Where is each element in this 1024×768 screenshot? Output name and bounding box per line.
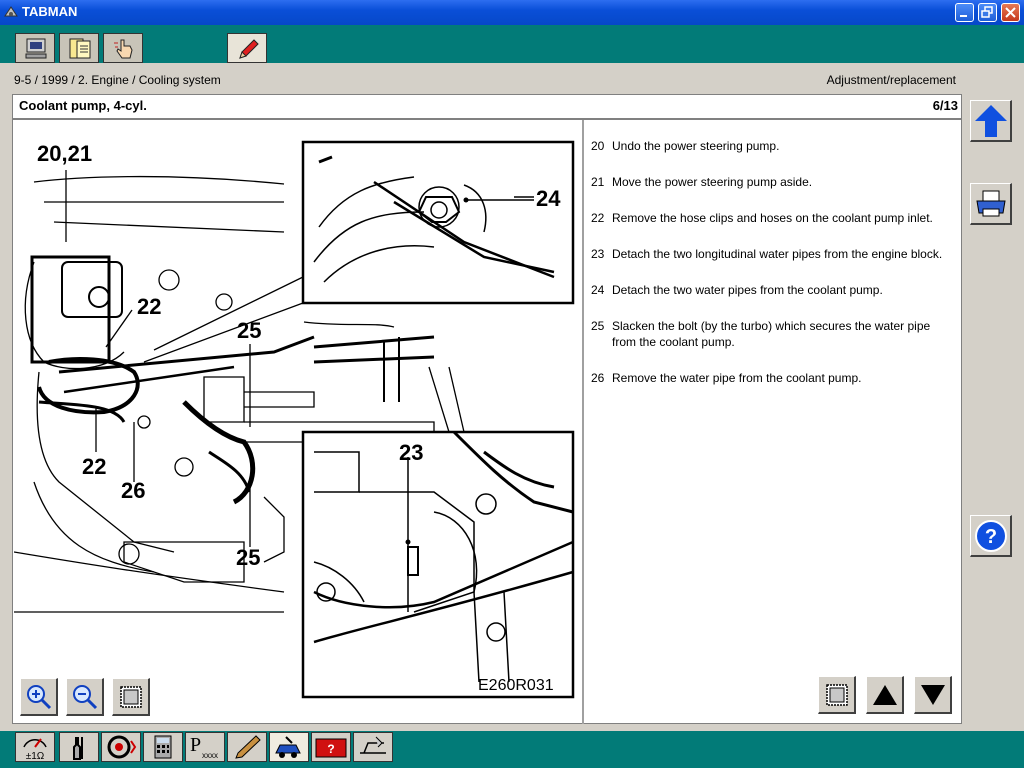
step-text: Detach the two longitudinal water pipes … — [612, 247, 943, 261]
svg-text:?: ? — [327, 742, 334, 756]
svg-text:?: ? — [985, 526, 997, 548]
tool-multimeter[interactable]: ±1Ω — [15, 732, 55, 762]
document-title: Coolant pump, 4-cyl. — [19, 98, 147, 113]
step-text: Slacken the bolt (by the turbo) which se… — [612, 319, 931, 349]
tab-computer[interactable] — [15, 33, 55, 63]
frame-icon — [826, 684, 848, 706]
svg-text:xxxx: xxxx — [202, 751, 218, 760]
tabman-app-icon — [4, 6, 18, 17]
callout-label: 22 — [82, 454, 107, 479]
alert-card-icon: ? — [315, 738, 347, 758]
tool-pencil[interactable] — [227, 732, 267, 762]
minimize-button[interactable] — [955, 3, 974, 22]
tab-edit[interactable] — [227, 33, 267, 63]
tire-icon — [107, 735, 137, 759]
computer-icon — [25, 38, 47, 59]
printer-icon — [976, 190, 1006, 217]
step-number: 26 — [591, 371, 605, 385]
zoom-in-icon — [27, 685, 52, 710]
car-service-icon — [275, 736, 301, 758]
illustration-reference: E260R031 — [478, 677, 554, 694]
callout-label: 23 — [399, 440, 424, 465]
step-number: 22 — [591, 211, 605, 225]
step-number: 20 — [591, 139, 605, 153]
fit-view-button[interactable] — [112, 678, 150, 716]
callout-label: 25 — [237, 318, 262, 343]
step-text: Detach the two water pipes from the cool… — [612, 283, 883, 297]
go-up-button[interactable] — [970, 100, 1012, 142]
column-divider — [582, 120, 584, 724]
tool-car-service[interactable] — [269, 732, 309, 762]
calculator-icon — [154, 735, 172, 759]
step-text: Remove the hose clips and hoses on the c… — [612, 211, 933, 225]
zoom-in-button[interactable] — [20, 678, 58, 716]
list-item: 23 Detach the two longitudinal water pipe… — [591, 246, 951, 262]
instruction-list: 20 Undo the power steering pump. 21 Move t… — [591, 138, 951, 406]
pencil-icon — [235, 735, 261, 759]
tool-alert-card[interactable]: ? — [311, 732, 351, 762]
list-item: 22 Remove the hose clips and hoses on the… — [591, 210, 951, 226]
tab-select[interactable] — [103, 33, 143, 63]
callout-label: 25 — [236, 545, 261, 570]
engine-illustration — [14, 140, 575, 699]
multimeter-icon: ±1Ω — [23, 738, 47, 761]
list-item: 25 Slacken the bolt (by the turbo) which … — [591, 318, 951, 350]
help-button[interactable]: ? — [970, 515, 1012, 557]
list-item: 26 Remove the water pipe from the coolant… — [591, 370, 951, 386]
callout-label: 20,21 — [37, 141, 93, 166]
tool-calculator[interactable] — [143, 732, 183, 762]
breadcrumb: 9-5 / 1999 / 2. Engine / Cooling system — [14, 73, 221, 87]
step-number: 25 — [591, 319, 605, 333]
callout-label: 22 — [137, 294, 162, 319]
frame-icon — [120, 686, 142, 708]
list-item: 24 Detach the two water pipes from the co… — [591, 282, 951, 298]
zoom-out-button[interactable] — [66, 678, 104, 716]
hand-pointer-icon — [114, 39, 133, 59]
breadcrumb-mode: Adjustment/replacement — [826, 73, 956, 87]
text-frame-button[interactable] — [818, 676, 856, 714]
triangle-down-icon — [921, 685, 945, 705]
title-bar: TABMAN — [0, 0, 1024, 25]
step-text: Remove the water pipe from the coolant p… — [612, 371, 862, 385]
window-title: TABMAN — [22, 4, 78, 19]
triangle-up-icon — [873, 685, 897, 705]
help-icon: ? — [975, 520, 1007, 552]
tool-tire[interactable] — [101, 732, 141, 762]
step-text: Undo the power steering pump. — [612, 139, 780, 153]
svg-text:P: P — [190, 734, 201, 756]
list-item: 21 Move the power steering pump aside. — [591, 174, 951, 190]
scroll-down-button[interactable] — [914, 676, 952, 714]
repair-card-icon — [360, 736, 386, 754]
print-button[interactable] — [970, 183, 1012, 225]
document-list-icon — [69, 38, 91, 59]
restore-button[interactable] — [978, 3, 997, 22]
tool-wrench[interactable] — [59, 732, 99, 762]
step-number: 23 — [591, 247, 605, 261]
close-button[interactable] — [1001, 3, 1020, 22]
list-item: 20 Undo the power steering pump. — [591, 138, 951, 154]
callout-label: 26 — [121, 478, 146, 503]
callout-label: 24 — [536, 186, 561, 211]
pen-icon — [239, 39, 259, 59]
zoom-out-icon — [73, 685, 98, 710]
step-number: 21 — [591, 175, 605, 189]
wrench-icon — [73, 737, 83, 760]
title-divider — [12, 118, 962, 120]
step-text: Move the power steering pump aside. — [612, 175, 813, 189]
step-number: 24 — [591, 283, 605, 297]
scroll-up-button[interactable] — [866, 676, 904, 714]
tab-documents[interactable] — [59, 33, 99, 63]
tool-part-number[interactable]: Pxxxx — [185, 732, 225, 762]
page-indicator: 6/13 — [932, 98, 958, 113]
svg-text:±1Ω: ±1Ω — [26, 751, 45, 761]
part-number-icon: Pxxxx — [190, 734, 218, 760]
tool-repair-card[interactable] — [353, 732, 393, 762]
arrow-up-icon — [975, 105, 1007, 137]
